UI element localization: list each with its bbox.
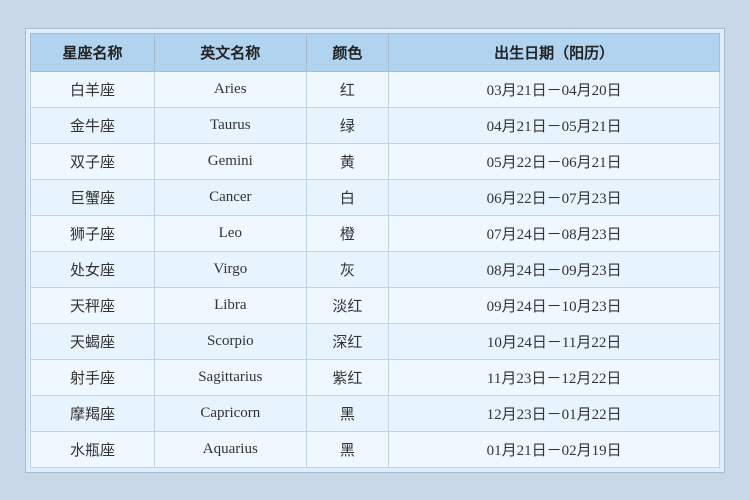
cell-date: 03月21日－04月20日	[389, 71, 720, 107]
table-row: 水瓶座Aquarius黑01月21日－02月19日	[31, 431, 720, 467]
cell-english: Aquarius	[155, 431, 307, 467]
cell-date: 11月23日－12月22日	[389, 359, 720, 395]
cell-english: Taurus	[155, 107, 307, 143]
cell-chinese: 处女座	[31, 251, 155, 287]
cell-color: 红	[306, 71, 389, 107]
cell-english: Cancer	[155, 179, 307, 215]
cell-chinese: 摩羯座	[31, 395, 155, 431]
cell-english: Libra	[155, 287, 307, 323]
zodiac-table: 星座名称 英文名称 颜色 出生日期（阳历） 白羊座Aries红03月21日－04…	[30, 33, 720, 468]
cell-english: Aries	[155, 71, 307, 107]
table-row: 天蝎座Scorpio深红10月24日－11月22日	[31, 323, 720, 359]
table-header-row: 星座名称 英文名称 颜色 出生日期（阳历）	[31, 33, 720, 71]
header-english: 英文名称	[155, 33, 307, 71]
cell-english: Leo	[155, 215, 307, 251]
cell-color: 淡红	[306, 287, 389, 323]
table-row: 狮子座Leo橙07月24日－08月23日	[31, 215, 720, 251]
header-color: 颜色	[306, 33, 389, 71]
table-row: 双子座Gemini黄05月22日－06月21日	[31, 143, 720, 179]
header-date: 出生日期（阳历）	[389, 33, 720, 71]
cell-color: 绿	[306, 107, 389, 143]
cell-date: 07月24日－08月23日	[389, 215, 720, 251]
table-row: 处女座Virgo灰08月24日－09月23日	[31, 251, 720, 287]
cell-date: 12月23日－01月22日	[389, 395, 720, 431]
cell-color: 紫红	[306, 359, 389, 395]
cell-color: 黑	[306, 431, 389, 467]
cell-date: 06月22日－07月23日	[389, 179, 720, 215]
cell-chinese: 白羊座	[31, 71, 155, 107]
cell-english: Capricorn	[155, 395, 307, 431]
cell-chinese: 狮子座	[31, 215, 155, 251]
cell-date: 10月24日－11月22日	[389, 323, 720, 359]
zodiac-table-container: 星座名称 英文名称 颜色 出生日期（阳历） 白羊座Aries红03月21日－04…	[25, 28, 725, 473]
cell-english: Gemini	[155, 143, 307, 179]
cell-english: Scorpio	[155, 323, 307, 359]
cell-color: 灰	[306, 251, 389, 287]
cell-chinese: 巨蟹座	[31, 179, 155, 215]
cell-chinese: 双子座	[31, 143, 155, 179]
header-chinese: 星座名称	[31, 33, 155, 71]
cell-chinese: 射手座	[31, 359, 155, 395]
cell-color: 橙	[306, 215, 389, 251]
cell-date: 09月24日－10月23日	[389, 287, 720, 323]
table-row: 白羊座Aries红03月21日－04月20日	[31, 71, 720, 107]
cell-english: Virgo	[155, 251, 307, 287]
cell-date: 04月21日－05月21日	[389, 107, 720, 143]
cell-color: 黑	[306, 395, 389, 431]
table-row: 天秤座Libra淡红09月24日－10月23日	[31, 287, 720, 323]
cell-date: 05月22日－06月21日	[389, 143, 720, 179]
cell-chinese: 天秤座	[31, 287, 155, 323]
table-row: 摩羯座Capricorn黑12月23日－01月22日	[31, 395, 720, 431]
cell-color: 黄	[306, 143, 389, 179]
cell-chinese: 金牛座	[31, 107, 155, 143]
cell-date: 01月21日－02月19日	[389, 431, 720, 467]
table-row: 金牛座Taurus绿04月21日－05月21日	[31, 107, 720, 143]
cell-english: Sagittarius	[155, 359, 307, 395]
table-row: 射手座Sagittarius紫红11月23日－12月22日	[31, 359, 720, 395]
cell-chinese: 天蝎座	[31, 323, 155, 359]
cell-chinese: 水瓶座	[31, 431, 155, 467]
cell-date: 08月24日－09月23日	[389, 251, 720, 287]
cell-color: 白	[306, 179, 389, 215]
table-row: 巨蟹座Cancer白06月22日－07月23日	[31, 179, 720, 215]
cell-color: 深红	[306, 323, 389, 359]
